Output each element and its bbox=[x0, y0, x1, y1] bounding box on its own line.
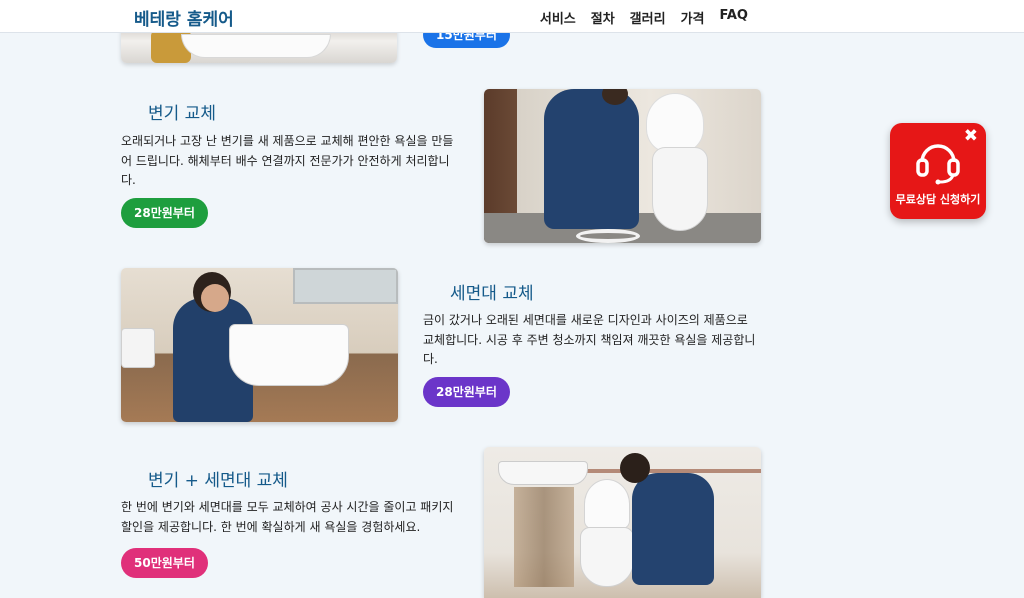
service-desc-combo: 한 번에 변기와 세면대를 모두 교체하여 공사 시간을 줄이고 패키지 할인을… bbox=[121, 500, 454, 534]
sink-replacement-photo bbox=[121, 268, 398, 422]
service-desc-sink: 금이 갔거나 오래된 세면대를 새로운 디자인과 사이즈의 제품으로 교체합니다… bbox=[423, 313, 756, 366]
site-header: 베테랑 홈케어 서비스 절차 갤러리 가격 FAQ bbox=[0, 0, 1024, 33]
price-badge-sink: 28만원부터 bbox=[423, 377, 510, 407]
combo-replacement-photo bbox=[484, 447, 761, 598]
service-title-combo: 변기 + 세면대 교체 bbox=[148, 471, 288, 491]
price-badge-combo: 50만원부터 bbox=[121, 548, 208, 578]
headset-icon bbox=[916, 144, 960, 185]
service-title-sink: 세면대 교체 bbox=[450, 284, 534, 304]
service-title-toilet: 변기 교체 bbox=[148, 104, 216, 124]
consult-label: 무료상담 신청하기 bbox=[895, 193, 981, 206]
toilet-replacement-photo bbox=[484, 89, 761, 243]
site-logo[interactable]: 베테랑 홈케어 bbox=[134, 5, 234, 30]
nav-item-process[interactable]: 절차 bbox=[591, 8, 615, 27]
main-nav: 서비스 절차 갤러리 가격 FAQ bbox=[540, 8, 748, 27]
price-badge-toilet: 28만원부터 bbox=[121, 198, 208, 228]
service-desc-toilet: 오래되거나 고장 난 변기를 새 제품으로 교체해 편안한 욕실을 만들어 드립… bbox=[121, 134, 454, 187]
free-consult-button[interactable]: ✖ 무료상담 신청하기 bbox=[890, 123, 986, 219]
nav-item-gallery[interactable]: 갤러리 bbox=[630, 8, 666, 27]
nav-item-faq[interactable]: FAQ bbox=[719, 8, 748, 27]
nav-item-price[interactable]: 가격 bbox=[681, 8, 705, 27]
close-icon[interactable]: ✖ bbox=[964, 126, 978, 146]
nav-item-service[interactable]: 서비스 bbox=[540, 8, 576, 27]
